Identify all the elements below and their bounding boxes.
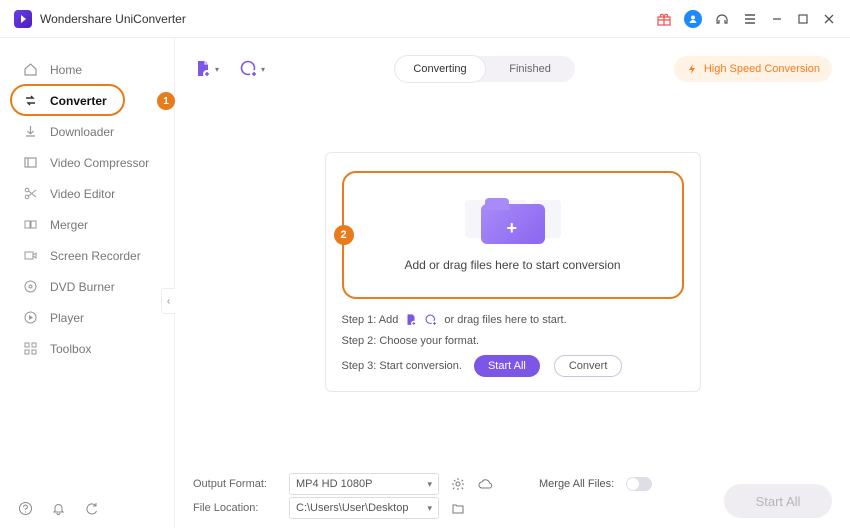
chevron-down-icon: ▾ [427,503,432,514]
add-file-button[interactable]: ▾ [193,59,219,79]
bell-icon[interactable] [51,501,66,516]
sidebar-label: Home [50,63,82,77]
grid-icon [22,341,38,357]
user-avatar-icon[interactable] [684,10,702,28]
sidebar-label: Merger [50,218,88,232]
converter-icon [22,93,38,109]
step-3: Step 3: Start conversion. Start All Conv… [342,355,684,377]
drop-card: 2 + Add or drag files here to start conv… [325,152,701,392]
step-badge-2: 2 [334,225,354,245]
bolt-icon [686,63,698,75]
open-folder-icon[interactable] [451,501,465,515]
merge-label: Merge All Files: [539,478,614,490]
gift-icon[interactable] [656,11,672,27]
output-format-label: Output Format: [193,478,283,490]
file-location-select[interactable]: C:\Users\User\Desktop ▾ [289,497,439,519]
sidebar-item-converter[interactable]: Converter 1 [0,85,174,116]
merger-icon [22,217,38,233]
hsc-label: High Speed Conversion [704,63,820,75]
sidebar-item-editor[interactable]: Video Editor [0,178,174,209]
file-plus-icon [404,313,418,327]
collapse-sidebar-button[interactable]: ‹ [161,288,175,314]
start-all-button[interactable]: Start All [474,355,540,377]
drop-zone[interactable]: 2 + Add or drag files here to start conv… [342,171,684,299]
cloud-icon[interactable] [477,477,493,491]
sidebar-item-player[interactable]: Player [0,302,174,333]
drop-text: Add or drag files here to start conversi… [404,258,620,272]
sidebar-item-merger[interactable]: Merger [0,209,174,240]
sidebar-label: Video Editor [50,187,115,201]
sidebar-item-downloader[interactable]: Downloader [0,116,174,147]
tab-converting[interactable]: Converting [395,56,485,82]
recorder-icon [22,248,38,264]
output-format-value: MP4 HD 1080P [296,478,372,490]
menu-icon[interactable] [742,11,758,27]
step-1-b: or drag files here to start. [444,314,566,326]
step-3-label: Step 3: Start conversion. [342,360,462,372]
chevron-down-icon: ▾ [215,65,219,74]
download-icon [22,124,38,140]
refresh-icon[interactable] [84,501,99,516]
step-2: Step 2: Choose your format. [342,335,684,347]
sidebar-item-dvd[interactable]: DVD Burner [0,271,174,302]
sidebar-item-home[interactable]: Home [0,54,174,85]
search-plus-icon [424,313,438,327]
home-icon [22,62,38,78]
convert-button[interactable]: Convert [554,355,623,377]
app-logo [14,10,32,28]
scissors-icon [22,186,38,202]
start-all-footer-button[interactable]: Start All [724,484,832,518]
minimize-icon[interactable] [770,12,784,26]
file-location-label: File Location: [193,502,283,514]
sidebar-item-compressor[interactable]: Video Compressor [0,147,174,178]
disc-icon [22,279,38,295]
folder-icon: + [481,198,545,244]
sidebar-label: Video Compressor [50,156,149,170]
sidebar-label: Converter [50,94,107,108]
headset-icon[interactable] [714,11,730,27]
sidebar-label: Player [50,311,84,325]
high-speed-button[interactable]: High Speed Conversion [674,56,832,82]
sidebar-item-recorder[interactable]: Screen Recorder [0,240,174,271]
close-icon[interactable] [822,12,836,26]
step-badge-1: 1 [157,92,175,110]
sidebar-label: Downloader [50,125,114,139]
help-icon[interactable] [18,501,33,516]
tab-finished[interactable]: Finished [485,56,575,82]
tab-segment: Converting Finished [395,56,575,82]
chevron-down-icon: ▾ [427,479,432,490]
sidebar-label: Screen Recorder [50,249,141,263]
sidebar-label: Toolbox [50,342,91,356]
chevron-down-icon: ▾ [261,65,265,74]
step-1: Step 1: Add or drag files here to start. [342,313,684,327]
file-location-value: C:\Users\User\Desktop [296,502,408,514]
play-icon [22,310,38,326]
maximize-icon[interactable] [796,12,810,26]
app-title: Wondershare UniConverter [40,12,186,26]
compress-icon [22,155,38,171]
settings-gear-icon[interactable] [451,477,465,491]
add-url-button[interactable]: ▾ [239,59,265,79]
output-format-select[interactable]: MP4 HD 1080P ▾ [289,473,439,495]
sidebar-item-toolbox[interactable]: Toolbox [0,333,174,364]
step-1-a: Step 1: Add [342,314,399,326]
merge-toggle[interactable] [626,477,652,491]
sidebar-label: DVD Burner [50,280,115,294]
